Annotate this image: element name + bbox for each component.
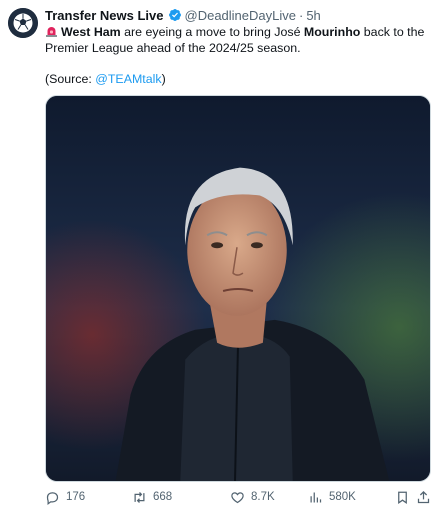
reply-count: 176 [66,491,86,503]
tweet-actions: 176 668 8.7K 580K [45,487,431,507]
author-name[interactable]: Transfer News Live [45,8,164,23]
heart-icon [231,491,244,503]
like-count: 8.7K [251,491,275,503]
views-chart-icon [310,492,322,502]
timestamp[interactable]: 5h [306,8,320,23]
avatar[interactable] [8,8,38,38]
share-button[interactable] [416,487,431,507]
tweet-media-image[interactable] [45,95,431,482]
text-mourinho: Mourinho [303,25,361,39]
share-icon [417,490,430,503]
source-prefix: (Source: [45,72,96,86]
bookmark-icon [398,491,407,504]
text-part-2: are eyeing a move to bring José [120,25,304,39]
football-logo-icon [8,8,38,38]
source-mention-link[interactable]: @TEAMtalk [95,72,161,86]
tweet-header: Transfer News Live @DeadlineDayLive · 5h [45,6,321,24]
verified-badge-icon [168,8,182,22]
text-west-ham: West Ham [61,25,121,39]
reply-button[interactable]: 176 [45,487,85,507]
retweet-icon [134,491,145,503]
source-suffix: ) [161,72,166,86]
retweet-count: 668 [153,491,173,503]
photo-of-man-in-dark-coat [46,96,430,481]
retweet-button[interactable]: 668 [132,487,172,507]
views-button[interactable]: 580K [308,487,356,507]
views-count: 580K [329,491,356,503]
author-handle[interactable]: @DeadlineDayLive [185,8,296,23]
tweet[interactable]: Transfer News Live @DeadlineDayLive · 5h… [0,0,435,511]
bookmark-button[interactable] [395,487,410,507]
tweet-source-line: (Source: @TEAMtalk) [45,72,166,86]
reply-icon [46,491,59,505]
like-button[interactable]: 8.7K [230,487,275,507]
siren-emoji-icon [45,25,58,37]
separator-dot: · [298,7,304,23]
tweet-text: West Ham are eyeing a move to bring José… [45,24,430,56]
